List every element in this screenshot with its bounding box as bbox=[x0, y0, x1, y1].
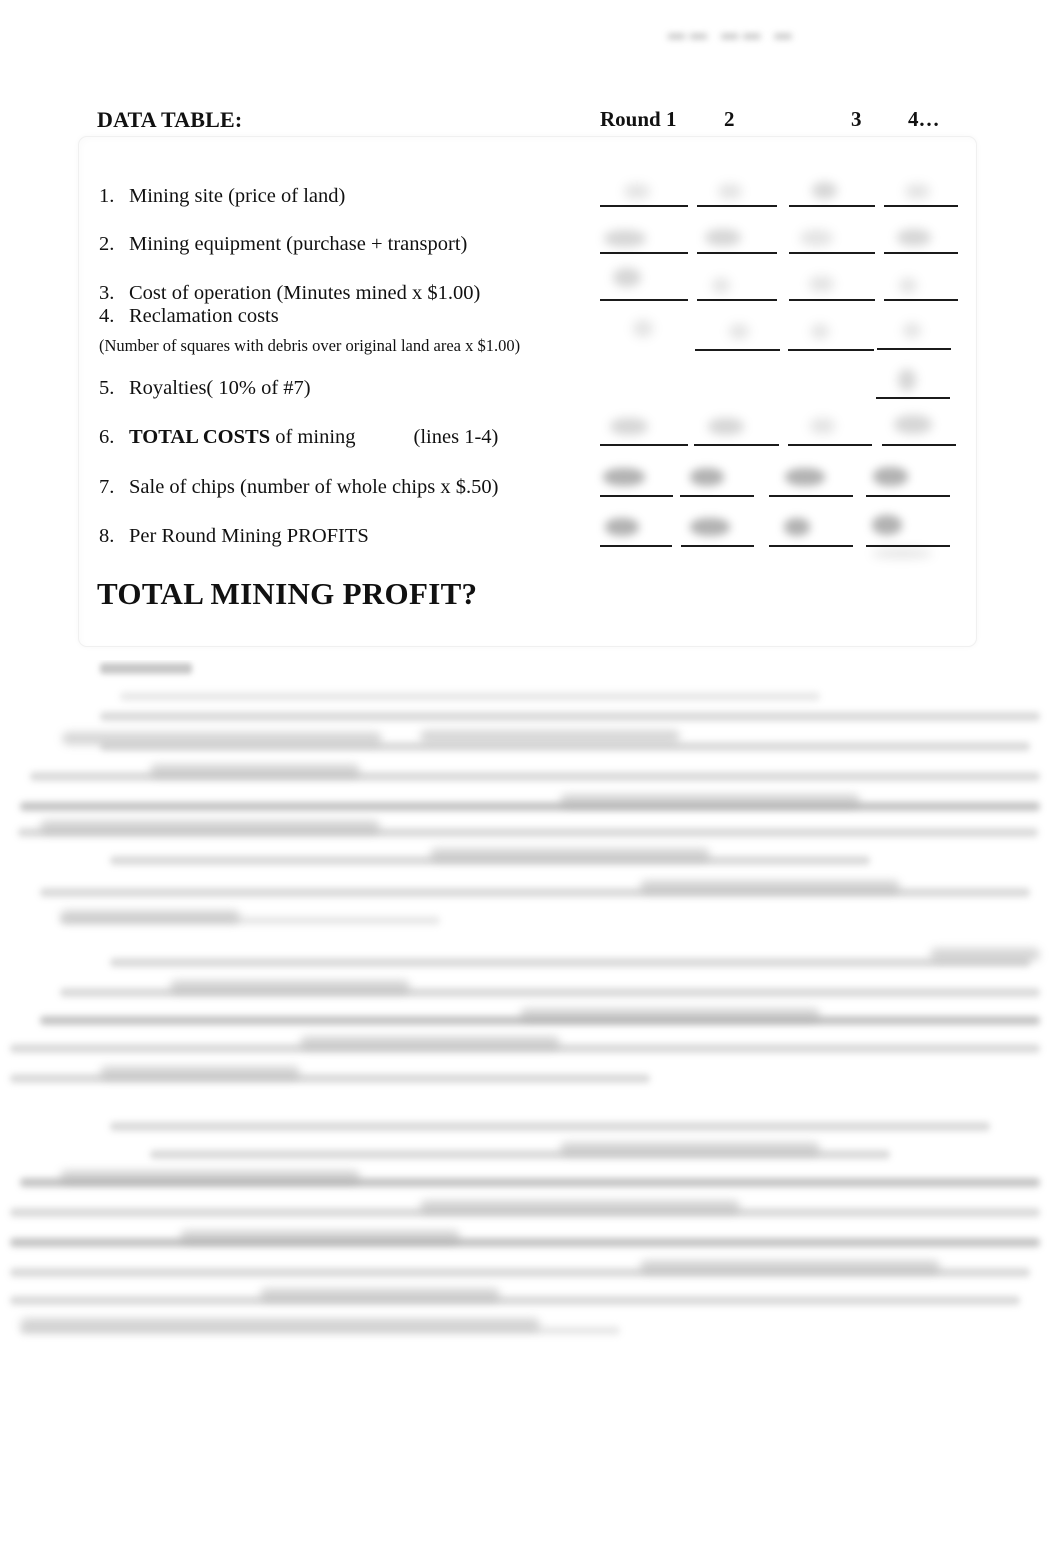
answer-blank-r1c4[interactable] bbox=[884, 205, 958, 207]
table-row-label-8: 8. Per Round Mining PROFITS bbox=[99, 525, 369, 548]
answer-blank-r8c1[interactable] bbox=[600, 545, 672, 547]
answer-blank-r6c1[interactable] bbox=[600, 444, 688, 446]
row-text: Reclamation costs bbox=[129, 305, 279, 327]
table-row-label-2: 2. Mining equipment (purchase + transport… bbox=[99, 233, 468, 256]
data-table-title: DATA TABLE: bbox=[97, 107, 243, 132]
top-margin-handwriting: ▬▬ ▬▬ ▬ bbox=[668, 24, 797, 43]
answer-blank-r7c1[interactable] bbox=[600, 495, 673, 497]
row-text-emphasis: TOTAL COSTS bbox=[129, 426, 271, 448]
column-header-round-4: 4… bbox=[908, 107, 940, 131]
answer-blank-r7c4[interactable] bbox=[866, 495, 950, 497]
answer-blank-r5c4[interactable] bbox=[876, 397, 950, 399]
column-header-round-1: Round 1 bbox=[600, 107, 677, 131]
answer-blank-r1c2[interactable] bbox=[697, 205, 777, 207]
table-row-label-1: 1. Mining site (price of land) bbox=[99, 185, 346, 208]
row-text: Per Round Mining PROFITS bbox=[129, 525, 369, 547]
answer-blank-r6c4[interactable] bbox=[882, 444, 956, 446]
table-row-label-4: 4. Reclamation costs bbox=[99, 305, 279, 328]
answer-blank-r2c2[interactable] bbox=[697, 252, 777, 254]
answer-blank-r2c1[interactable] bbox=[600, 252, 688, 254]
table-row-label-3: 3. Cost of operation (Minutes mined x $1.… bbox=[99, 282, 481, 305]
row-text: Royalties( 10% of #7) bbox=[129, 377, 311, 399]
answer-blank-r6c2[interactable] bbox=[694, 444, 779, 446]
answer-blank-r8c4[interactable] bbox=[866, 545, 950, 547]
row-text: Mining equipment (purchase + transport) bbox=[129, 233, 468, 255]
column-header-round-2: 2 bbox=[724, 107, 735, 131]
answer-blank-r4c3[interactable] bbox=[788, 349, 874, 351]
document-page: ▬▬ ▬▬ ▬ DATA TABLE: Round 1 2 3 4… 1. Min… bbox=[0, 0, 1062, 1558]
answer-blank-r1c3[interactable] bbox=[789, 205, 875, 207]
row-number: 4. bbox=[99, 305, 115, 327]
answer-blank-r7c2[interactable] bbox=[680, 495, 754, 497]
answer-blank-r7c3[interactable] bbox=[769, 495, 853, 497]
table-row-label-6: 6. TOTAL COSTS of mining (lines 1-4) bbox=[99, 426, 499, 449]
row-number: 5. bbox=[99, 377, 115, 399]
row-number: 2. bbox=[99, 233, 115, 255]
answer-blank-r2c3[interactable] bbox=[789, 252, 875, 254]
row-number: 7. bbox=[99, 476, 115, 498]
reclamation-cost-note: (Number of squares with debris over orig… bbox=[99, 336, 521, 355]
column-header-round-3: 3 bbox=[851, 107, 862, 131]
answer-blank-r8c3[interactable] bbox=[769, 545, 853, 547]
answer-blank-r3c4[interactable] bbox=[884, 299, 958, 301]
answer-blank-r1c1[interactable] bbox=[600, 205, 688, 207]
answer-blank-r4c2[interactable] bbox=[695, 349, 780, 351]
row-number: 6. bbox=[99, 426, 115, 448]
row-text-trailing: (lines 1-4) bbox=[413, 426, 499, 448]
row-text: of mining bbox=[270, 426, 356, 448]
discussion-section bbox=[0, 660, 1062, 1360]
answer-blank-r2c4[interactable] bbox=[884, 252, 958, 254]
row-number: 8. bbox=[99, 525, 115, 547]
answer-blank-r3c2[interactable] bbox=[697, 299, 777, 301]
answer-blank-r4c4[interactable] bbox=[877, 348, 951, 350]
answer-blank-r6c3[interactable] bbox=[788, 444, 872, 446]
answer-blank-r3c3[interactable] bbox=[789, 299, 875, 301]
row-text: Sale of chips (number of whole chips x $… bbox=[129, 476, 499, 498]
row-number: 3. bbox=[99, 282, 115, 304]
discussion-heading bbox=[100, 663, 192, 674]
row-text: Cost of operation (Minutes mined x $1.00… bbox=[129, 282, 481, 304]
table-row-label-5: 5. Royalties( 10% of #7) bbox=[99, 377, 311, 400]
answer-blank-r8c2[interactable] bbox=[681, 545, 754, 547]
table-row-label-7: 7. Sale of chips (number of whole chips x… bbox=[99, 476, 499, 499]
row-text: Mining site (price of land) bbox=[129, 185, 346, 207]
row-number: 1. bbox=[99, 185, 115, 207]
data-table-header: DATA TABLE: Round 1 2 3 4… bbox=[0, 107, 1062, 135]
answer-blank-r3c1[interactable] bbox=[600, 299, 688, 301]
total-mining-profit-heading: TOTAL MINING PROFIT? bbox=[97, 576, 478, 611]
